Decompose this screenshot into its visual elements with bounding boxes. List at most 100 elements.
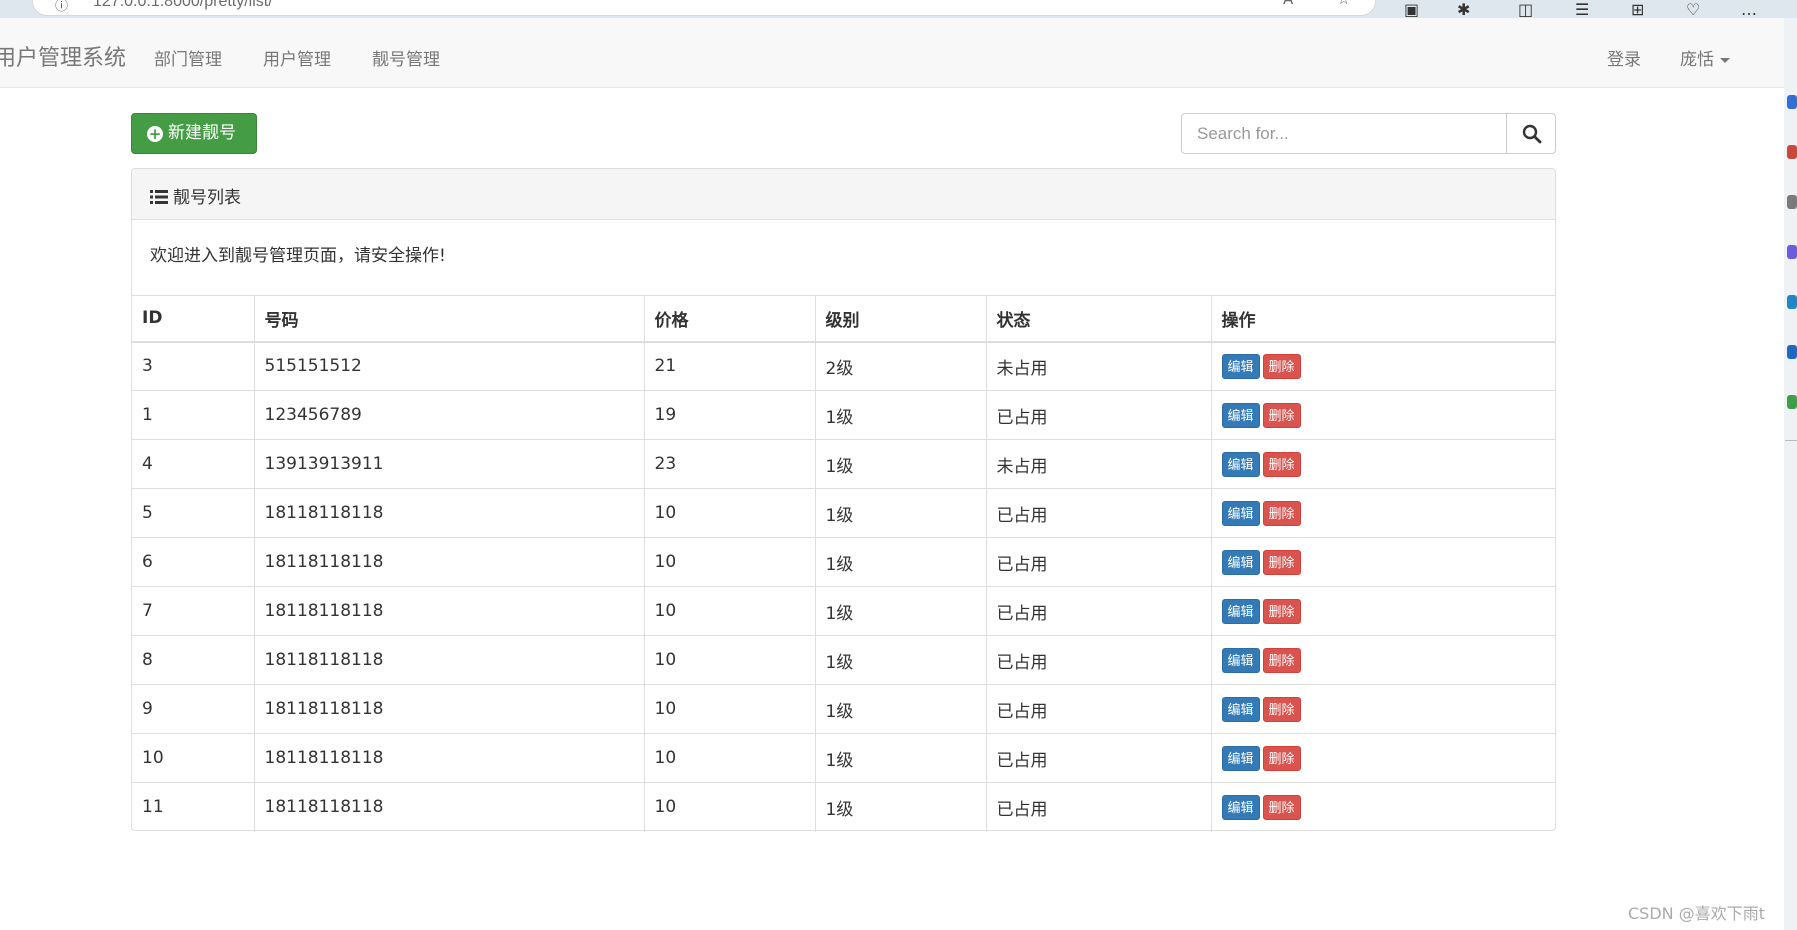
actions-cell: 编辑 删除 (1210, 782, 1555, 832)
delete-button[interactable]: 删除 (1262, 696, 1301, 722)
mobile-cell: 18118118118 (253, 733, 644, 783)
delete-button[interactable]: 删除 (1262, 402, 1301, 428)
mobile-cell: 18118118118 (253, 635, 644, 685)
actions-cell: 编辑 删除 (1210, 439, 1555, 489)
header-id: ID (132, 295, 254, 343)
id-cell: 7 (132, 586, 254, 636)
delete-button[interactable]: 删除 (1262, 451, 1301, 477)
read-aloud-icon[interactable]: A (1283, 0, 1293, 8)
sidebar-search-icon[interactable] (1787, 95, 1797, 109)
browser-toolbar: ⓘ 127.0.0.1:8000/pretty/list/ A ☆ ▣ ✱ ◫ … (0, 0, 1797, 19)
delete-button[interactable]: 删除 (1262, 549, 1301, 575)
edit-button[interactable]: 编辑 (1221, 598, 1260, 624)
actions-cell: 编辑 删除 (1210, 586, 1555, 636)
status-cell: 已占用 (985, 733, 1211, 783)
nav-link-login[interactable]: 登录 (1607, 45, 1641, 70)
nav-link-department[interactable]: 部门管理 (154, 45, 222, 70)
favorite-star-icon[interactable]: ☆ (1337, 0, 1350, 8)
actions-cell: 编辑 删除 (1210, 684, 1555, 734)
nav-link-user[interactable]: 用户管理 (263, 45, 331, 70)
delete-button[interactable]: 删除 (1262, 647, 1301, 673)
table-row: 5 18118118118 10 1级 已占用 编辑 删除 (132, 488, 1555, 538)
mobile-cell: 18118118118 (253, 488, 644, 538)
actions-cell: 编辑 删除 (1210, 341, 1555, 391)
delete-button[interactable]: 删除 (1262, 745, 1301, 771)
table-row: 1 123456789 19 1级 已占用 编辑 删除 (132, 390, 1555, 440)
address-text[interactable]: 127.0.0.1:8000/pretty/list/ (93, 0, 273, 11)
sidebar-drop-icon[interactable] (1787, 395, 1797, 409)
level-cell: 2级 (814, 341, 986, 391)
edit-button[interactable]: 编辑 (1221, 353, 1260, 379)
level-cell: 1级 (814, 635, 986, 685)
mobile-cell: 18118118118 (253, 684, 644, 734)
sidebar-office-icon[interactable] (1787, 245, 1797, 259)
table-row: 4 13913913911 23 1级 未占用 编辑 删除 (132, 439, 1555, 489)
price-cell: 21 (643, 341, 815, 391)
edit-button[interactable]: 编辑 (1221, 745, 1260, 771)
sidebar-outlook-icon[interactable] (1787, 295, 1797, 309)
id-cell: 1 (132, 390, 254, 440)
sidebar-tools-icon[interactable] (1787, 195, 1797, 209)
split-screen-icon[interactable]: ◫ (1518, 0, 1533, 19)
edit-button[interactable]: 编辑 (1221, 402, 1260, 428)
site-info-icon[interactable]: ⓘ (55, 0, 68, 14)
delete-button[interactable]: 删除 (1262, 794, 1301, 820)
delete-button[interactable]: 删除 (1262, 598, 1301, 624)
watermark: CSDN @喜欢下雨t (1628, 904, 1765, 923)
mobile-cell: 18118118118 (253, 586, 644, 636)
pretty-list-panel: 靓号列表 欢迎进入到靓号管理页面，请安全操作! ID 号码 价格 级别 状态 操… (131, 168, 1556, 832)
new-pretty-label: 新建靓号 (168, 123, 236, 143)
price-cell: 10 (643, 684, 815, 734)
table-row: 3 515151512 21 2级 未占用 编辑 删除 (132, 341, 1555, 391)
edit-button[interactable]: 编辑 (1221, 451, 1260, 477)
price-cell: 10 (643, 733, 815, 783)
id-cell: 9 (132, 684, 254, 734)
mobile-cell: 515151512 (253, 341, 644, 391)
nav-link-pretty[interactable]: 靓号管理 (372, 45, 440, 70)
address-bar[interactable]: ⓘ 127.0.0.1:8000/pretty/list/ A ☆ (32, 0, 1376, 16)
status-cell: 已占用 (985, 684, 1211, 734)
brand-title[interactable]: 用户管理系统 (0, 40, 126, 72)
more-menu-icon[interactable]: … (1741, 0, 1757, 19)
level-cell: 1级 (814, 488, 986, 538)
favorites-icon[interactable]: ☰ (1575, 0, 1589, 19)
mobile-cell: 18118118118 (253, 537, 644, 587)
mobile-cell: 13913913911 (253, 439, 644, 489)
collections-icon[interactable]: ⊞ (1631, 0, 1644, 19)
id-cell: 5 (132, 488, 254, 538)
id-cell: 11 (132, 782, 254, 832)
extension-icon[interactable]: ▣ (1404, 0, 1419, 19)
edit-button[interactable]: 编辑 (1221, 794, 1260, 820)
status-cell: 已占用 (985, 390, 1211, 440)
header-status: 状态 (985, 295, 1211, 343)
delete-button[interactable]: 删除 (1262, 353, 1301, 379)
navbar: 用户管理系统 部门管理 用户管理 靓号管理 登录 庞恬 (0, 18, 1784, 88)
delete-button[interactable]: 删除 (1262, 500, 1301, 526)
sidebar-shopping-icon[interactable] (1787, 145, 1797, 159)
puzzle-extensions-icon[interactable]: ✱ (1457, 0, 1470, 19)
status-cell: 已占用 (985, 586, 1211, 636)
table-row: 10 18118118118 10 1级 已占用 编辑 删除 (132, 733, 1555, 783)
price-cell: 10 (643, 488, 815, 538)
sidebar-games-icon[interactable] (1787, 345, 1797, 359)
status-cell: 已占用 (985, 782, 1211, 832)
edit-button[interactable]: 编辑 (1221, 549, 1260, 575)
user-dropdown[interactable]: 庞恬 (1680, 45, 1730, 70)
edit-button[interactable]: 编辑 (1221, 647, 1260, 673)
performance-icon[interactable]: ♡ (1686, 0, 1700, 19)
price-cell: 19 (643, 390, 815, 440)
price-cell: 10 (643, 537, 815, 587)
search-input[interactable]: Search for... (1181, 113, 1507, 154)
id-cell: 3 (132, 341, 254, 391)
status-cell: 已占用 (985, 537, 1211, 587)
edit-button[interactable]: 编辑 (1221, 696, 1260, 722)
edit-button[interactable]: 编辑 (1221, 500, 1260, 526)
user-name: 庞恬 (1680, 50, 1714, 70)
table-row: 11 18118118118 10 1级 已占用 编辑 删除 (132, 782, 1555, 832)
table-row: 6 18118118118 10 1级 已占用 编辑 删除 (132, 537, 1555, 587)
plus-circle-icon: + (147, 125, 163, 143)
new-pretty-button[interactable]: + 新建靓号 (131, 113, 257, 154)
price-cell: 10 (643, 782, 815, 832)
mobile-cell: 123456789 (253, 390, 644, 440)
search-button[interactable] (1506, 113, 1556, 154)
